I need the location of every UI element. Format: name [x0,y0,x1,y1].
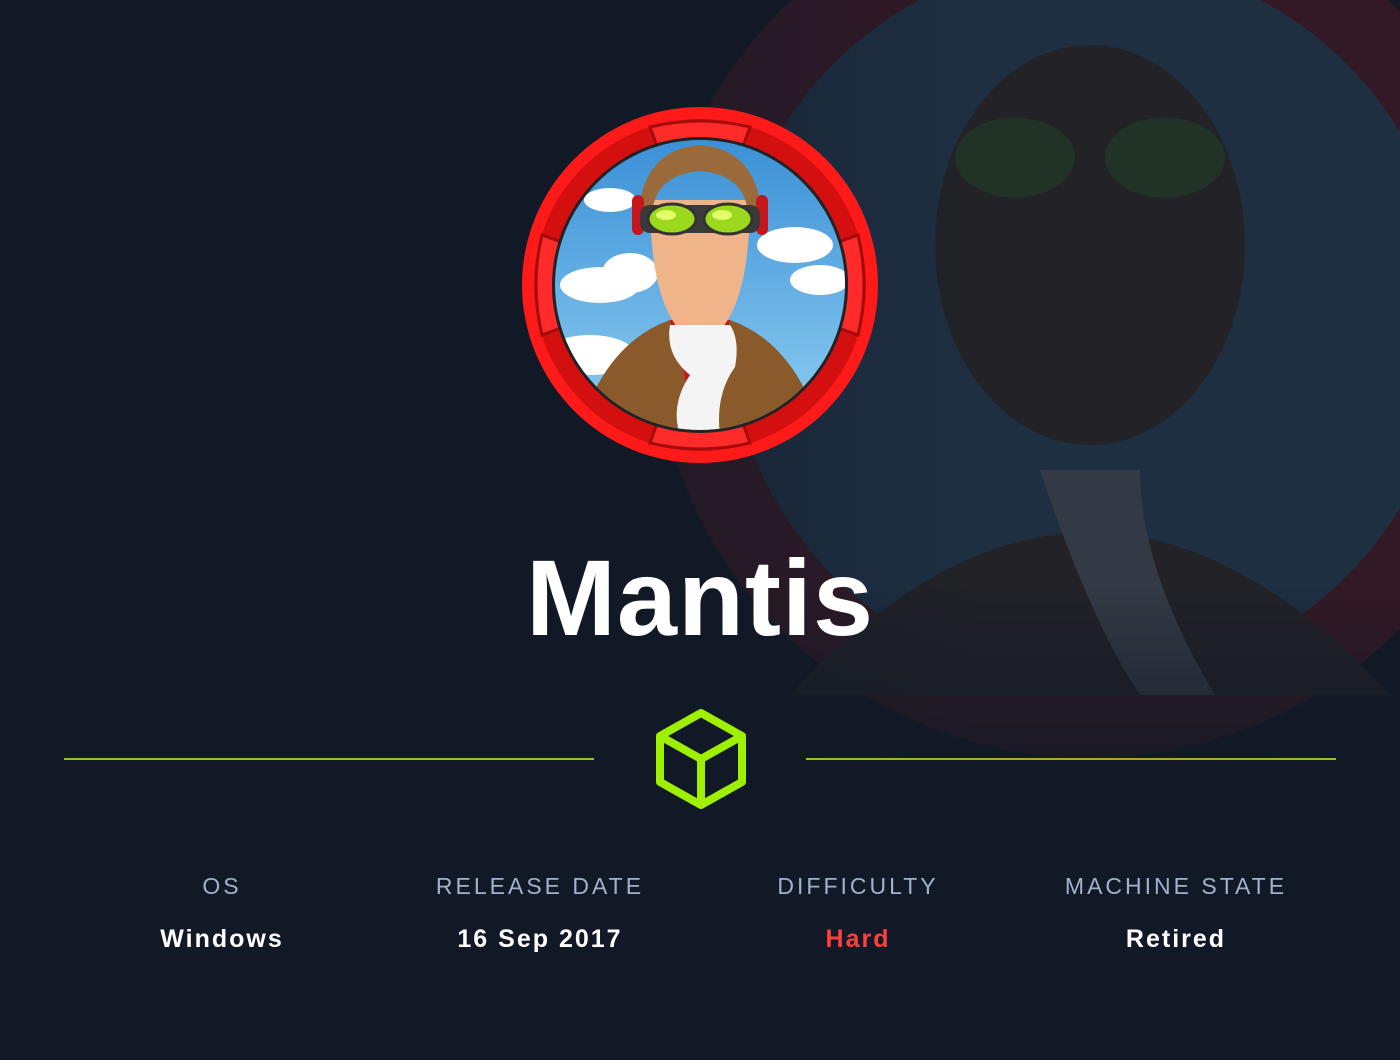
stat-machine-state: MACHINE STATE Retired [1016,872,1336,954]
stat-difficulty-value: Hard [825,925,891,953]
divider-right [806,758,1336,760]
stat-difficulty-label: DIFFICULTY [777,873,939,899]
machine-info-card: Mantis OS Windows RELEASE DATE 16 Sep 20… [0,0,1400,1060]
stat-machine-state-label: MACHINE STATE [1064,873,1288,899]
divider-left [64,758,594,760]
stat-release-date: RELEASE DATE 16 Sep 2017 [380,872,700,954]
stat-machine-state-value: Retired [1125,925,1227,953]
stat-release-date-label: RELEASE DATE [435,873,645,899]
machine-name-title: Mantis [525,537,875,658]
stat-os-label: OS [202,873,242,899]
stat-difficulty: DIFFICULTY Hard [698,872,1018,954]
pilot-avatar-icon [522,107,878,463]
stat-os: OS Windows [62,872,382,954]
stat-os-value: Windows [160,925,284,953]
hackthebox-cube-icon [656,709,746,809]
stat-release-date-value: 16 Sep 2017 [457,925,623,953]
